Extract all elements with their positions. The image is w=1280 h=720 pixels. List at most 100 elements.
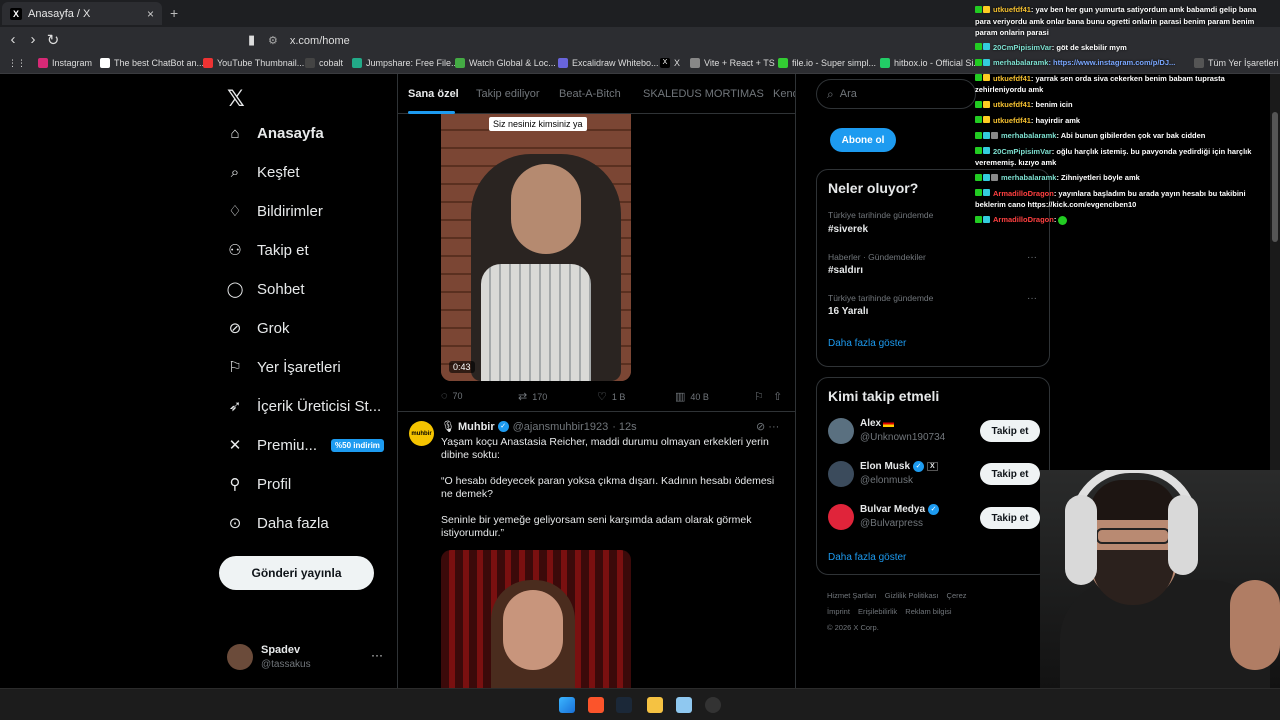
post-button[interactable]: Gönderi yayınla	[219, 556, 374, 590]
tab-for-you[interactable]: Sana özel	[408, 88, 459, 100]
photos-icon[interactable]	[676, 697, 692, 713]
browser-tab[interactable]: X Anasayfa / X ×	[2, 2, 162, 25]
nav-bookmarks[interactable]: ⚐ Yer İşaretleri	[226, 358, 340, 377]
brave-browser-icon[interactable]	[588, 697, 604, 713]
tweet-menu[interactable]: ⊘ ···	[756, 420, 779, 433]
nav-premium[interactable]: ✕ Premiu... %50 indirim	[226, 436, 384, 454]
trend-more-icon[interactable]: ···	[1027, 252, 1037, 263]
nav-profile[interactable]: ⚲ Profil	[226, 475, 292, 494]
bookmark-tweet-button[interactable]: ⚐	[754, 390, 769, 403]
chat-badges	[975, 146, 991, 157]
footer-link[interactable]: Erişilebilirlik	[858, 607, 897, 616]
file-explorer-icon[interactable]	[647, 697, 663, 713]
follow-button[interactable]: Takip et	[980, 507, 1040, 529]
avatar[interactable]: muhbir	[409, 421, 434, 446]
reload-icon[interactable]: ↻	[44, 31, 62, 49]
avatar[interactable]	[828, 504, 854, 530]
x-logo-icon[interactable]: 𝕏	[227, 86, 245, 112]
bookmark-item[interactable]: Jumpshare: Free File...	[352, 58, 459, 68]
nav-more[interactable]: ⊙ Daha fazla	[226, 514, 329, 533]
reply-button[interactable]: ◌ 70	[441, 390, 463, 402]
site-settings-icon[interactable]: ⚙	[268, 34, 278, 47]
author-handle[interactable]: @ajansmuhbir1923	[513, 421, 609, 433]
account-name: Spadev	[261, 644, 301, 656]
verified-icon: ✓	[913, 461, 925, 472]
follow-button[interactable]: Takip et	[980, 420, 1040, 442]
nav-grok[interactable]: ⊘ Grok	[226, 319, 290, 338]
follow-name[interactable]: Bulvar Medya ✓	[860, 504, 940, 515]
tweet-video[interactable]	[441, 550, 631, 688]
nav-explore[interactable]: ⌕ Keşfet	[226, 163, 300, 181]
search-box[interactable]: ⌕ Ara	[816, 79, 976, 109]
start-icon[interactable]	[559, 697, 575, 713]
video-duration: 0:43	[449, 361, 475, 373]
more-icon[interactable]: ···	[768, 421, 779, 433]
chat-username: merhabalaramk	[1001, 131, 1057, 141]
steam-icon[interactable]	[616, 697, 632, 713]
trend-name[interactable]: #saldırı	[828, 265, 863, 276]
bookmark-icon: ⚐	[754, 391, 764, 403]
search-placeholder: Ara	[839, 88, 857, 100]
footer-link[interactable]: Reklam bilgisi	[905, 607, 951, 616]
bookmark-item[interactable]: XX	[660, 58, 680, 68]
tab-list[interactable]: Kend	[773, 88, 795, 100]
chat-username: utkuefdf41	[993, 73, 1031, 83]
tab-following[interactable]: Takip ediliyor	[476, 88, 540, 100]
repost-button[interactable]: ⇄ 170	[518, 390, 547, 403]
author-name[interactable]: Muhbir	[458, 421, 495, 433]
forward-icon[interactable]: ›	[24, 31, 42, 48]
bookmark-item[interactable]: Excalidraw Whitebo...	[558, 58, 659, 68]
bookmark-item[interactable]: Instagram	[38, 58, 92, 68]
tab-list[interactable]: SKALEDUS MORTIMAS	[643, 88, 764, 100]
nav-creator-studio[interactable]: ➶ İçerik Üreticisi St...	[226, 397, 381, 416]
follow-name[interactable]: Alex	[860, 418, 895, 429]
bookmark-label: Vite + React + TS	[704, 58, 775, 68]
avatar[interactable]	[828, 461, 854, 487]
tweet-time[interactable]: · 12s	[612, 421, 636, 433]
bookmark-item[interactable]: Watch Global & Loc...	[455, 58, 556, 68]
follow-button[interactable]: Takip et	[980, 463, 1040, 485]
trends-title: Neler oluyor?	[828, 180, 919, 196]
nav-chat[interactable]: ◯ Sohbet	[226, 280, 305, 299]
bookmark-item[interactable]: file.io - Super simpl...	[778, 58, 876, 68]
tweet-video[interactable]: Siz nesiniz kimsiniz ya 0:43	[441, 114, 631, 381]
tab-list[interactable]: Beat-A-Bitch	[559, 88, 621, 100]
trend-more-icon[interactable]: ···	[1027, 293, 1037, 304]
follow-show-more[interactable]: Daha fazla göster	[828, 552, 906, 563]
trend-name[interactable]: 16 Yaralı	[828, 306, 868, 317]
like-button[interactable]: ♡ 1 B	[597, 390, 625, 403]
more-icon[interactable]: ···	[371, 648, 383, 662]
trends-show-more[interactable]: Daha fazla göster	[828, 338, 906, 349]
account-switcher[interactable]: Spadev @tassakus ···	[227, 644, 392, 674]
avatar[interactable]	[828, 418, 854, 444]
views-button[interactable]: ▥ 40 B	[675, 390, 709, 403]
apps-icon[interactable]: ⋮⋮	[8, 58, 26, 69]
back-icon[interactable]: ‹	[4, 31, 22, 48]
trend-name[interactable]: #siverek	[828, 224, 868, 235]
bookmark-item[interactable]: cobalt	[305, 58, 343, 68]
nav-home[interactable]: ⌂ Anasayfa	[226, 124, 323, 142]
subscribe-button[interactable]: Abone ol	[830, 128, 896, 152]
bookmark-item[interactable]: hitbox.io - Official Si...	[880, 58, 981, 68]
footer-link[interactable]: Hizmet Şartları	[827, 591, 877, 600]
x-favicon-icon: X	[10, 7, 22, 20]
footer-link[interactable]: Gizlilik Politikası	[885, 591, 939, 600]
scrollbar-thumb[interactable]	[1272, 112, 1278, 242]
obs-icon[interactable]	[705, 697, 721, 713]
share-button[interactable]: ⇧	[773, 390, 787, 403]
new-tab-button[interactable]: +	[170, 5, 178, 21]
nav-follow[interactable]: ⚇ Takip et	[226, 241, 308, 260]
grok-icon[interactable]: ⊘	[756, 421, 765, 433]
bookmark-page-icon[interactable]: ▮	[248, 32, 255, 48]
url-field[interactable]: ⚙ x.com/home	[268, 31, 968, 50]
trend-context: Türkiye tarihinde gündemde	[828, 293, 934, 303]
footer-link[interactable]: İmprint	[827, 607, 850, 616]
footer-link[interactable]: Çerez	[947, 591, 967, 600]
bookmark-item[interactable]: YouTube Thumbnail...	[203, 58, 304, 68]
follow-name[interactable]: Elon Musk ✓ X	[860, 461, 938, 472]
tab-close-icon[interactable]: ×	[147, 7, 154, 21]
nav-notifications[interactable]: ♢ Bildirimler	[226, 202, 323, 221]
bookmark-item[interactable]: The best ChatBot an...	[100, 58, 204, 68]
follow-name-text: Bulvar Medya	[860, 504, 926, 515]
bookmark-item[interactable]: Vite + React + TS	[690, 58, 775, 68]
